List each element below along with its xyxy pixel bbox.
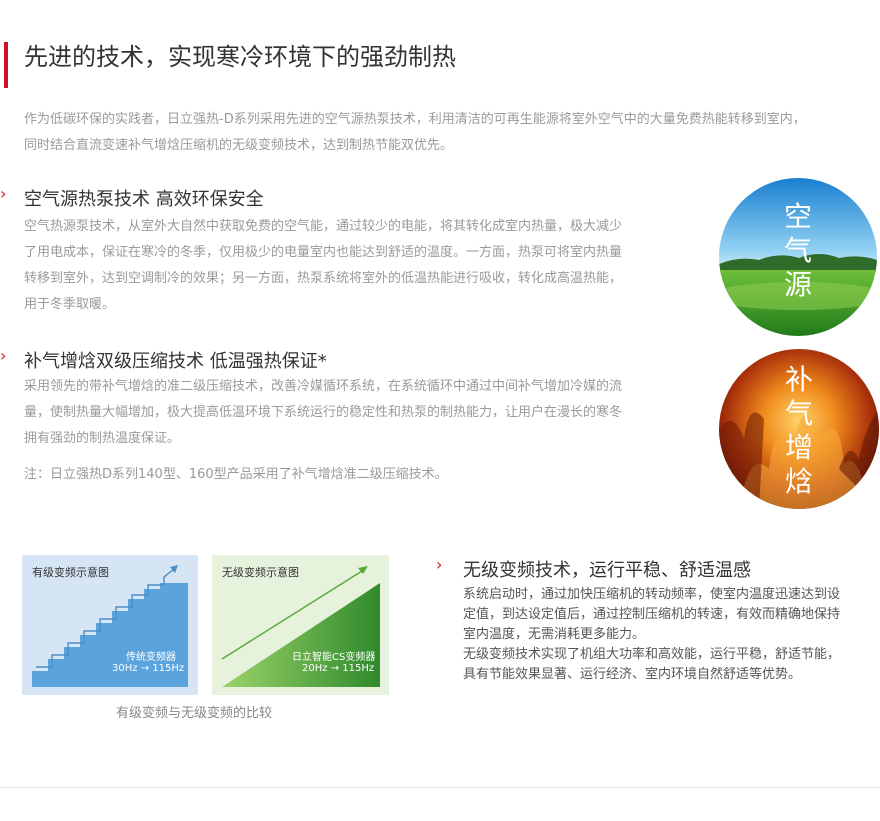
section-title-compression: 补气增焓双级压缩技术 低温强热保证* <box>24 351 327 372</box>
stepped-label: 传统变频器 <box>126 652 176 663</box>
body-line: 转移到室外，达到空调制冷的效果；另一方面，热泵系统将室外的低温热能进行吸收，转化… <box>24 271 623 286</box>
chevron-right-icon: › <box>436 555 443 574</box>
body-line: 无级变频技术实现了机组大功率和高效能，运行平稳，舒适节能， <box>463 647 841 662</box>
body-line: 了用电成本，保证在寒冷的冬季，仅用极少的电量室内也能达到舒适的温度。一方面，热泵… <box>24 245 623 260</box>
body-line: 系统启动时，通过加快压缩机的转动频率，使室内温度迅速达到设 <box>463 587 841 602</box>
section-body-compression: 采用领先的带补气增焓的准二级压缩技术，改善冷媒循环系统，在系统循环中通过中间补气… <box>24 374 684 452</box>
circle-char: 空 <box>783 200 812 233</box>
fire-image: 补 气 增 焓 <box>719 349 879 509</box>
arrow-right-icon: → <box>330 663 340 674</box>
circle-char: 补 <box>784 363 813 396</box>
section-title-stepless: 无级变频技术，运行平稳、舒适温感 <box>463 560 751 581</box>
circle-char: 增 <box>784 431 813 464</box>
circle-char: 气 <box>783 234 812 267</box>
section-body-stepless: 系统启动时，通过加快压缩机的转动频率，使室内温度迅速达到设 定值，到达设定值后，… <box>463 585 873 685</box>
circle-char: 焓 <box>784 465 813 498</box>
body-line: 采用领先的带补气增焓的准二级压缩技术，改善冷媒循环系统，在系统循环中通过中间补气… <box>24 379 623 394</box>
chevron-right-icon: › <box>0 346 7 365</box>
stepless-range: 20Hz → 115Hz <box>302 663 374 674</box>
title-accent-bar <box>4 42 8 88</box>
diagram-caption: 有级变频与无级变频的比较 <box>116 706 273 721</box>
stepless-label: 日立智能CS变频器 <box>292 652 376 663</box>
body-line: 拥有强劲的制热温度保证。 <box>24 431 181 446</box>
range-to: 115Hz <box>152 663 185 674</box>
stepless-chart <box>221 566 380 687</box>
intro-paragraph: 作为低碳环保的实践者，日立强热-D系列采用先进的空气源热泵技术，利用清洁的可再生… <box>24 107 869 159</box>
air-source-image: 空 气 源 <box>719 178 877 336</box>
bottom-divider <box>0 787 880 788</box>
range-from: 30Hz <box>112 663 138 674</box>
body-line: 空气热源泵技术，从室外大自然中获取免费的空气能，通过较少的电能，将其转化成室内热… <box>24 219 623 234</box>
range-to: 115Hz <box>342 663 375 674</box>
intro-line: 作为低碳环保的实践者，日立强热-D系列采用先进的空气源热泵技术，利用清洁的可再生… <box>24 112 806 127</box>
arrow-right-icon: → <box>140 663 150 674</box>
page-title: 先进的技术，实现寒冷环境下的强劲制热 <box>24 43 456 71</box>
body-line: 用于冬季取暖。 <box>24 297 116 312</box>
circle-text-compression: 补 气 增 焓 <box>719 363 879 499</box>
body-line: 具有节能效果显著、运行经济、室内环境自然舒适等优势。 <box>463 667 802 682</box>
stepless-frequency-panel: 无级变频示意图 日立智能CS变频器 20Hz → 115Hz <box>212 555 389 695</box>
body-line: 定值，到达设定值后，通过控制压缩机的转速，有效而精确地保持 <box>463 607 841 622</box>
compression-note: 注：日立强热D系列140型、160型产品采用了补气增焓准二级压缩技术。 <box>24 467 448 482</box>
stepped-range: 30Hz → 115Hz <box>112 663 184 674</box>
circle-text-air-source: 空 气 源 <box>719 200 877 302</box>
stepped-frequency-panel: 有级变频示意图 传统变频器 30Hz → 115Hz <box>22 555 198 695</box>
intro-line: 同时结合直流变速补气增焓压缩机的无级变频技术，达到制热节能双优先。 <box>24 138 454 153</box>
chevron-right-icon: › <box>0 184 7 203</box>
range-from: 20Hz <box>302 663 328 674</box>
circle-char: 源 <box>783 268 812 301</box>
section-title-air-source: 空气源热泵技术 高效环保安全 <box>24 189 264 210</box>
body-line: 量，使制热量大幅增加，极大提高低温环境下系统运行的稳定性和热泵的制热能力，让用户… <box>24 405 623 420</box>
section-body-air-source: 空气热源泵技术，从室外大自然中获取免费的空气能，通过较少的电能，将其转化成室内热… <box>24 214 684 318</box>
body-line: 室内温度，无需消耗更多能力。 <box>463 627 646 642</box>
circle-char: 气 <box>784 397 813 430</box>
stepped-chart <box>32 565 188 687</box>
